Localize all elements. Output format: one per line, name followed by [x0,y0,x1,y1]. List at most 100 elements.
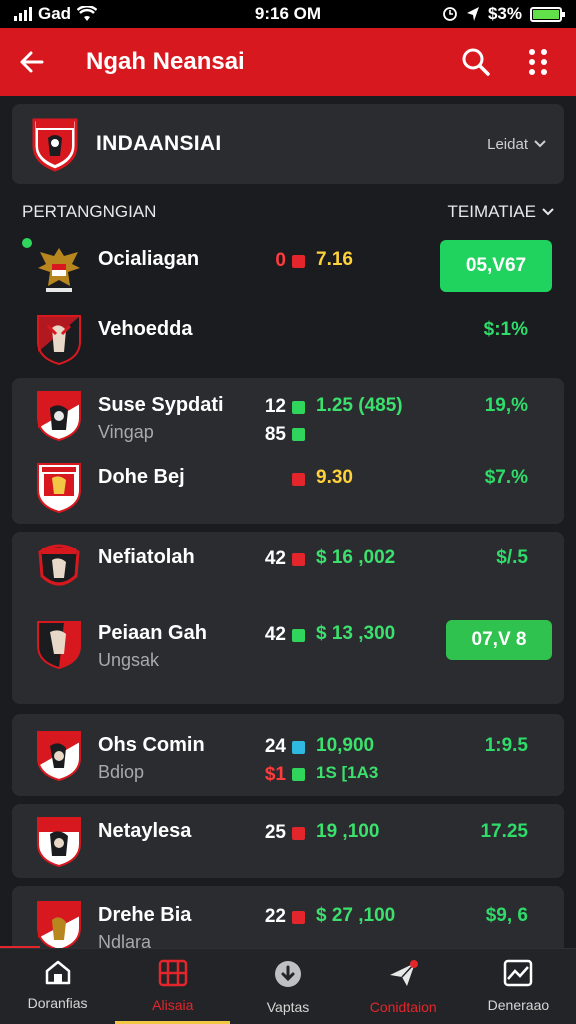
match-row[interactable]: Ohs Comin Bdiop 24 10,900 $1 1S [1A3 1:9… [12,720,564,790]
team-subtitle: Bdiop [98,762,145,782]
percentage-value: $/.5 [496,547,528,568]
team-crest-icon [32,118,78,172]
status-square-icon [292,428,305,441]
match-row[interactable]: Peiaan Gah Ungsak 42 $ 13 ,300 07,V 8 [12,608,564,678]
team-name: Nefiatolah [98,546,195,568]
team-name: Suse Sypdati [98,394,224,416]
live-indicator-icon [22,238,32,248]
team-crest-icon [38,544,80,586]
match-group-4: Ohs Comin Bdiop 24 10,900 $1 1S [1A3 1:9… [12,714,564,796]
nav-label: Deneraao [487,997,550,1013]
match-row[interactable]: Netaylesa 25 19 ,100 17.25 [12,806,564,876]
sort-label: TEIMATIAE [447,202,536,221]
match-row[interactable]: Drehe Bia Ndlara 22 $ 27 ,100 $9, 6 [12,890,564,948]
status-bar: Gad 9:16 OM $3% [0,0,576,28]
content-area: INDAANSIAI Leidat PERTANGNGIAN TEIMATIAE… [0,96,576,948]
team-crest-icon [37,731,81,782]
match-row[interactable]: Dohe Bej 9.30 $7.% [12,452,564,522]
status-square-icon [292,255,305,268]
home-icon [45,960,70,985]
status-square-icon [292,911,305,924]
status-square-icon [292,741,305,754]
match-row[interactable]: Suse Sypdati Vingap 12 1.25 (485) 85 19,… [12,380,564,450]
bet-button[interactable]: 05,V67 [440,240,552,292]
team-name: Drehe Bia [98,904,192,926]
score: 42 [264,624,286,645]
odds-value: 19 ,100 [316,821,380,842]
percentage-value: 17.25 [480,821,528,842]
battery-percent: $3% [487,4,522,23]
back-arrow-icon[interactable] [18,48,46,76]
team-name: Ohs Comin [98,734,205,756]
score: 22 [264,906,286,927]
status-square-icon [292,401,305,414]
odds-value: $ 16 ,002 [316,547,396,568]
team-crest-icon [37,621,81,670]
alarm-icon [443,7,457,21]
team-name: Peiaan Gah [98,622,207,644]
percentage-value: $7.% [484,467,528,488]
team-crest-icon [37,901,81,948]
team-crest-icon [37,817,81,868]
filter-dropdown[interactable]: Leidat [487,136,546,153]
nav-label: Conidtaion [369,999,437,1015]
status-square-icon [292,768,305,781]
match-row[interactable]: Ocialiagan 0 7.16 05,V67 [12,234,564,304]
team-subtitle: Ndlara [98,932,152,948]
score: 24 [264,736,286,757]
score-secondary: 85 [264,424,286,445]
odds-value: 9.30 [316,467,353,488]
odds-value: $ 27 ,100 [316,905,396,926]
team-crest-icon [37,463,81,514]
nav-tab-vaptas[interactable]: Vaptas [230,949,345,1024]
nav-tab-alisaia[interactable]: Alisaia [115,949,231,1024]
wifi-icon [77,6,98,21]
percentage-value: $9, 6 [485,905,528,926]
team-crest-icon [37,315,81,366]
percentage-value: 1:9.5 [484,735,528,756]
chart-icon [504,959,533,987]
percentage-value: 19,% [484,395,528,416]
carrier-label: Gad [38,4,72,23]
nav-label: Alisaia [152,997,194,1013]
bottom-nav: Doranfias Alisaia Vaptas Conidtaion Dene… [0,948,576,1024]
sort-dropdown[interactable]: TEIMATIAE [448,202,554,222]
match-group-2: Suse Sypdati Vingap 12 1.25 (485) 85 19,… [12,378,564,524]
grid-icon [158,959,188,987]
match-row[interactable]: Vehoedda $:1% [12,304,564,374]
download-icon [275,961,301,987]
match-group-6: Drehe Bia Ndlara 22 $ 27 ,100 $9, 6 [12,886,564,948]
team-crest-icon [37,391,81,442]
percentage-value: $:1% [483,319,528,340]
score: 12 [264,396,286,417]
bet-button[interactable]: 07,V 8 [446,620,552,660]
team-subtitle: Vingap [98,422,154,442]
match-row[interactable]: Nefiatolah 42 $ 16 ,002 $/.5 [12,532,564,602]
status-square-icon [292,629,305,642]
match-group-5: Netaylesa 25 19 ,100 17.25 [12,804,564,878]
status-square-icon [292,827,305,840]
team-name: Dohe Bej [98,466,185,488]
status-square-icon [292,473,305,486]
search-icon [462,48,490,76]
filter-label: Leidat [487,135,528,153]
nav-tab-home[interactable]: Doranfias [0,949,115,1024]
team-name: Netaylesa [98,820,192,842]
page-title: Ngah Neansai [86,48,245,75]
nav-tab-conidtaion[interactable]: Conidtaion [346,949,461,1024]
nav-label: Vaptas [266,999,310,1015]
team-subtitle: Ungsak [98,650,160,670]
score-secondary: $1 [264,764,286,785]
garuda-crest-icon [38,248,80,292]
search-button[interactable] [456,42,496,82]
nav-tab-deneraao[interactable]: Deneraao [461,949,576,1024]
app-bar: Ngah Neansai [0,28,576,96]
chevron-down-icon [542,208,554,216]
more-options-button[interactable] [518,42,558,82]
team-name: Vehoedda [98,318,193,340]
team-name: INDAANSIAI [96,132,222,155]
chevron-down-icon [534,140,546,148]
match-group-1: Ocialiagan 0 7.16 05,V67 Vehoedda $:1% [12,234,564,374]
team-header-card[interactable]: INDAANSIAI Leidat [12,104,564,184]
section-header: PERTANGNGIAN TEIMATIAE [22,202,554,222]
